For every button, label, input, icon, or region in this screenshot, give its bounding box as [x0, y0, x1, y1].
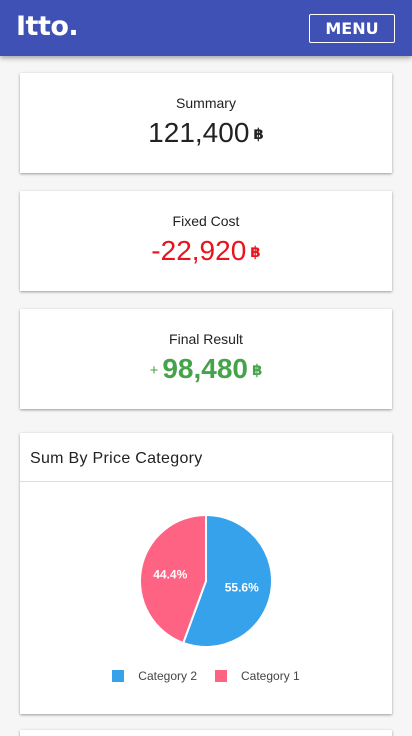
final-result-label: Final Result [169, 331, 243, 347]
final-result-card: Final Result + 98,480 ฿ [20, 309, 392, 409]
baht-currency-symbol: ฿ [251, 362, 263, 379]
baht-currency-symbol: ฿ [253, 126, 264, 143]
fixed-cost-card: Fixed Cost -22,920 ฿ [20, 191, 392, 291]
app-bar: Itto. MENU [0, 0, 412, 56]
chart-title: Sum By Price Category [30, 450, 203, 467]
pie-chart: 55.6% 44.4% [139, 513, 273, 648]
summary-value-row: 121,400 ฿ [20, 117, 392, 149]
legend-label: Category 1 [241, 669, 300, 683]
app-root: Itto. MENU Summary 121,400 ฿ Fixed Cost … [0, 0, 412, 736]
legend-item-category-2[interactable]: Category 2 [112, 669, 197, 683]
summary-label: Summary [176, 95, 236, 111]
final-result-sign: + [149, 361, 159, 379]
legend-item-category-1[interactable]: Category 1 [215, 669, 300, 683]
pie-data-label: 55.6% [225, 580, 259, 594]
fixed-cost-value-row: -22,920 ฿ [20, 235, 392, 267]
final-result-value: 98,480 [162, 353, 248, 384]
chart-card-header: Sum By Price Category [20, 433, 392, 482]
pie-data-label: 44.4% [153, 568, 187, 582]
legend-swatch [215, 670, 227, 682]
summary-value: 121,400 [148, 117, 250, 148]
chart-legend: Category 2 Category 1 [20, 669, 392, 683]
summary-card: Summary 121,400 ฿ [20, 73, 392, 173]
fixed-cost-value: -22,920 [151, 235, 247, 266]
app-logo[interactable]: Itto. [16, 11, 79, 42]
baht-currency-symbol: ฿ [250, 244, 261, 261]
price-category-chart-card: Sum By Price Category 55.6% 44.4% Categor… [20, 433, 392, 714]
legend-label: Category 2 [138, 669, 197, 683]
legend-swatch [112, 670, 125, 682]
menu-button[interactable]: MENU [309, 14, 395, 43]
next-card [20, 730, 392, 736]
fixed-cost-label: Fixed Cost [172, 213, 240, 229]
final-result-value-row: + 98,480 ฿ [20, 353, 392, 385]
